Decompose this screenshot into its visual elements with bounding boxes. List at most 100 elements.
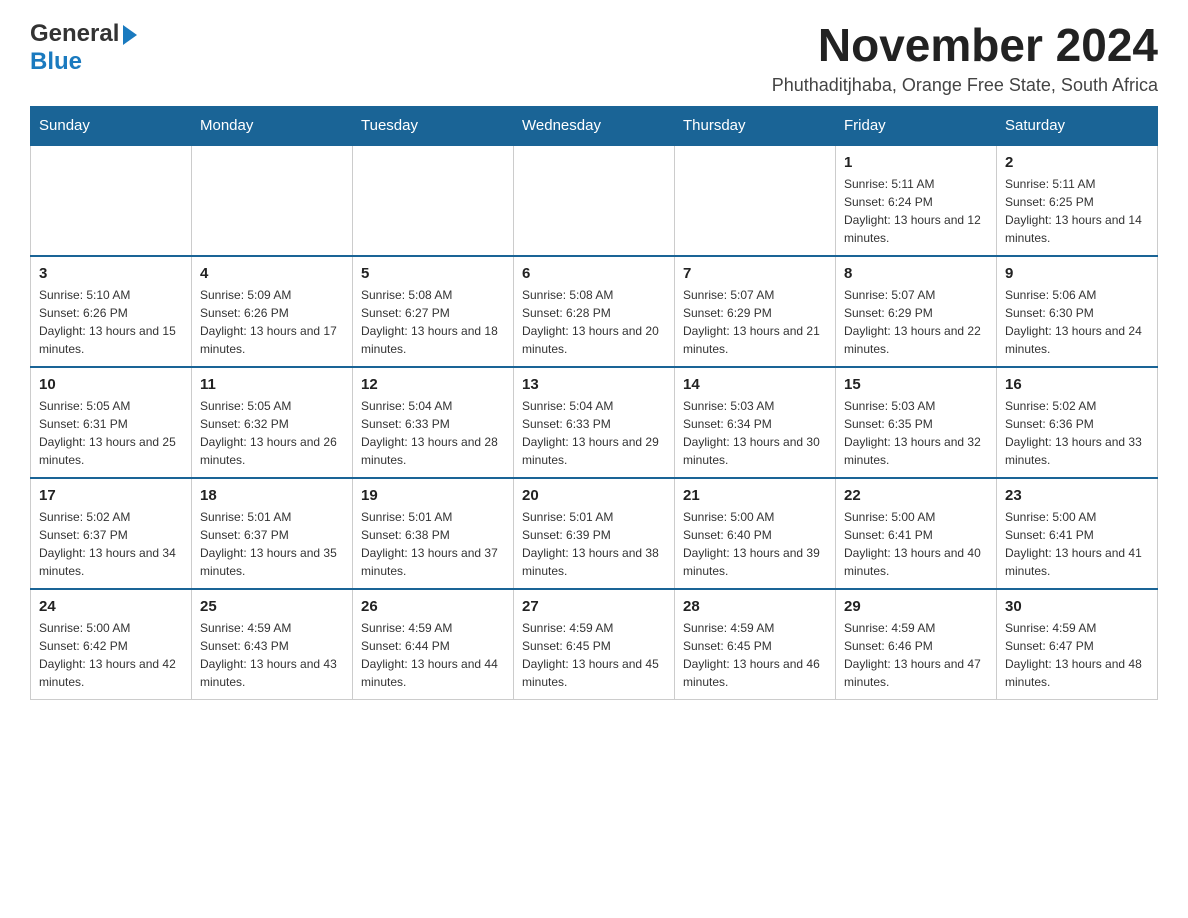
calendar-cell [192, 145, 353, 256]
day-info: Sunrise: 5:00 AM Sunset: 6:41 PM Dayligh… [844, 508, 988, 580]
day-number: 9 [1005, 265, 1149, 282]
calendar-week-row: 24 Sunrise: 5:00 AM Sunset: 6:42 PM Dayli… [31, 589, 1158, 700]
calendar-cell: 8 Sunrise: 5:07 AM Sunset: 6:29 PM Daylig… [836, 256, 997, 367]
calendar-cell: 22Sunrise: 5:00 AM Sunset: 6:41 PM Dayli… [836, 478, 997, 589]
day-info: Sunrise: 5:09 AM Sunset: 6:26 PM Dayligh… [200, 286, 344, 358]
day-info: Sunrise: 5:10 AM Sunset: 6:26 PM Dayligh… [39, 286, 183, 358]
day-number: 25 [200, 598, 344, 615]
calendar-header-wednesday: Wednesday [514, 106, 675, 145]
calendar-header-thursday: Thursday [675, 106, 836, 145]
calendar-cell: 7 Sunrise: 5:07 AM Sunset: 6:29 PM Daylig… [675, 256, 836, 367]
day-number: 2 [1005, 154, 1149, 171]
day-number: 16 [1005, 376, 1149, 393]
calendar-header-saturday: Saturday [997, 106, 1158, 145]
calendar-cell: 1 Sunrise: 5:11 AM Sunset: 6:24 PM Daylig… [836, 145, 997, 256]
day-info: Sunrise: 5:01 AM Sunset: 6:38 PM Dayligh… [361, 508, 505, 580]
calendar-cell [514, 145, 675, 256]
day-info: Sunrise: 4:59 AM Sunset: 6:47 PM Dayligh… [1005, 619, 1149, 691]
day-info: Sunrise: 4:59 AM Sunset: 6:44 PM Dayligh… [361, 619, 505, 691]
calendar-cell: 12 Sunrise: 5:04 AM Sunset: 6:33 PM Dayli… [353, 367, 514, 478]
calendar-header-row: SundayMondayTuesdayWednesdayThursdayFrid… [31, 106, 1158, 145]
calendar-week-row: 1 Sunrise: 5:11 AM Sunset: 6:24 PM Daylig… [31, 145, 1158, 256]
day-info: Sunrise: 5:05 AM Sunset: 6:32 PM Dayligh… [200, 397, 344, 469]
day-number: 19 [361, 487, 505, 504]
calendar-cell [675, 145, 836, 256]
calendar-week-row: 3 Sunrise: 5:10 AM Sunset: 6:26 PM Daylig… [31, 256, 1158, 367]
day-info: Sunrise: 5:03 AM Sunset: 6:34 PM Dayligh… [683, 397, 827, 469]
calendar-week-row: 10 Sunrise: 5:05 AM Sunset: 6:31 PM Dayli… [31, 367, 1158, 478]
day-number: 26 [361, 598, 505, 615]
day-info: Sunrise: 5:08 AM Sunset: 6:28 PM Dayligh… [522, 286, 666, 358]
day-info: Sunrise: 5:06 AM Sunset: 6:30 PM Dayligh… [1005, 286, 1149, 358]
calendar-cell: 27Sunrise: 4:59 AM Sunset: 6:45 PM Dayli… [514, 589, 675, 700]
day-number: 5 [361, 265, 505, 282]
day-number: 4 [200, 265, 344, 282]
day-info: Sunrise: 5:00 AM Sunset: 6:40 PM Dayligh… [683, 508, 827, 580]
day-info: Sunrise: 5:07 AM Sunset: 6:29 PM Dayligh… [683, 286, 827, 358]
calendar-cell: 24 Sunrise: 5:00 AM Sunset: 6:42 PM Dayli… [31, 589, 192, 700]
calendar-cell: 21Sunrise: 5:00 AM Sunset: 6:40 PM Dayli… [675, 478, 836, 589]
title-section: November 2024 Phuthaditjhaba, Orange Fre… [772, 20, 1158, 96]
calendar-cell: 14Sunrise: 5:03 AM Sunset: 6:34 PM Dayli… [675, 367, 836, 478]
day-info: Sunrise: 5:00 AM Sunset: 6:42 PM Dayligh… [39, 619, 183, 691]
calendar-cell: 26 Sunrise: 4:59 AM Sunset: 6:44 PM Dayli… [353, 589, 514, 700]
day-info: Sunrise: 5:00 AM Sunset: 6:41 PM Dayligh… [1005, 508, 1149, 580]
calendar-cell [353, 145, 514, 256]
month-title: November 2024 [772, 20, 1158, 71]
calendar-cell: 13Sunrise: 5:04 AM Sunset: 6:33 PM Dayli… [514, 367, 675, 478]
day-info: Sunrise: 5:05 AM Sunset: 6:31 PM Dayligh… [39, 397, 183, 469]
day-number: 23 [1005, 487, 1149, 504]
day-number: 15 [844, 376, 988, 393]
day-info: Sunrise: 5:01 AM Sunset: 6:37 PM Dayligh… [200, 508, 344, 580]
day-info: Sunrise: 5:11 AM Sunset: 6:25 PM Dayligh… [1005, 175, 1149, 247]
logo-blue-text: Blue [30, 48, 82, 76]
day-number: 27 [522, 598, 666, 615]
day-number: 6 [522, 265, 666, 282]
day-info: Sunrise: 5:11 AM Sunset: 6:24 PM Dayligh… [844, 175, 988, 247]
calendar-cell [31, 145, 192, 256]
calendar-cell: 30 Sunrise: 4:59 AM Sunset: 6:47 PM Dayli… [997, 589, 1158, 700]
calendar-cell: 25 Sunrise: 4:59 AM Sunset: 6:43 PM Dayli… [192, 589, 353, 700]
calendar-cell: 2 Sunrise: 5:11 AM Sunset: 6:25 PM Daylig… [997, 145, 1158, 256]
calendar-cell: 11 Sunrise: 5:05 AM Sunset: 6:32 PM Dayli… [192, 367, 353, 478]
calendar-header-tuesday: Tuesday [353, 106, 514, 145]
location-subtitle: Phuthaditjhaba, Orange Free State, South… [772, 75, 1158, 96]
calendar-week-row: 17Sunrise: 5:02 AM Sunset: 6:37 PM Dayli… [31, 478, 1158, 589]
day-number: 8 [844, 265, 988, 282]
day-number: 10 [39, 376, 183, 393]
day-info: Sunrise: 4:59 AM Sunset: 6:45 PM Dayligh… [683, 619, 827, 691]
day-info: Sunrise: 4:59 AM Sunset: 6:43 PM Dayligh… [200, 619, 344, 691]
day-number: 17 [39, 487, 183, 504]
day-number: 11 [200, 376, 344, 393]
day-info: Sunrise: 5:04 AM Sunset: 6:33 PM Dayligh… [361, 397, 505, 469]
day-info: Sunrise: 5:01 AM Sunset: 6:39 PM Dayligh… [522, 508, 666, 580]
day-number: 7 [683, 265, 827, 282]
day-number: 20 [522, 487, 666, 504]
calendar-cell: 5 Sunrise: 5:08 AM Sunset: 6:27 PM Daylig… [353, 256, 514, 367]
calendar-cell: 4 Sunrise: 5:09 AM Sunset: 6:26 PM Daylig… [192, 256, 353, 367]
calendar-cell: 20 Sunrise: 5:01 AM Sunset: 6:39 PM Dayli… [514, 478, 675, 589]
day-number: 12 [361, 376, 505, 393]
page-header: General Blue November 2024 Phuthaditjhab… [30, 20, 1158, 96]
day-number: 28 [683, 598, 827, 615]
day-number: 24 [39, 598, 183, 615]
calendar-cell: 3 Sunrise: 5:10 AM Sunset: 6:26 PM Daylig… [31, 256, 192, 367]
calendar-cell: 6 Sunrise: 5:08 AM Sunset: 6:28 PM Daylig… [514, 256, 675, 367]
calendar-header-monday: Monday [192, 106, 353, 145]
calendar-header-friday: Friday [836, 106, 997, 145]
day-number: 13 [522, 376, 666, 393]
calendar-cell: 23 Sunrise: 5:00 AM Sunset: 6:41 PM Dayli… [997, 478, 1158, 589]
calendar-cell: 9 Sunrise: 5:06 AM Sunset: 6:30 PM Daylig… [997, 256, 1158, 367]
calendar-table: SundayMondayTuesdayWednesdayThursdayFrid… [30, 106, 1158, 700]
calendar-cell: 15Sunrise: 5:03 AM Sunset: 6:35 PM Dayli… [836, 367, 997, 478]
day-info: Sunrise: 5:07 AM Sunset: 6:29 PM Dayligh… [844, 286, 988, 358]
day-info: Sunrise: 4:59 AM Sunset: 6:46 PM Dayligh… [844, 619, 988, 691]
day-number: 30 [1005, 598, 1149, 615]
calendar-cell: 28 Sunrise: 4:59 AM Sunset: 6:45 PM Dayli… [675, 589, 836, 700]
calendar-cell: 17Sunrise: 5:02 AM Sunset: 6:37 PM Dayli… [31, 478, 192, 589]
day-info: Sunrise: 5:08 AM Sunset: 6:27 PM Dayligh… [361, 286, 505, 358]
day-number: 1 [844, 154, 988, 171]
calendar-cell: 19 Sunrise: 5:01 AM Sunset: 6:38 PM Dayli… [353, 478, 514, 589]
day-number: 3 [39, 265, 183, 282]
calendar-cell: 29Sunrise: 4:59 AM Sunset: 6:46 PM Dayli… [836, 589, 997, 700]
